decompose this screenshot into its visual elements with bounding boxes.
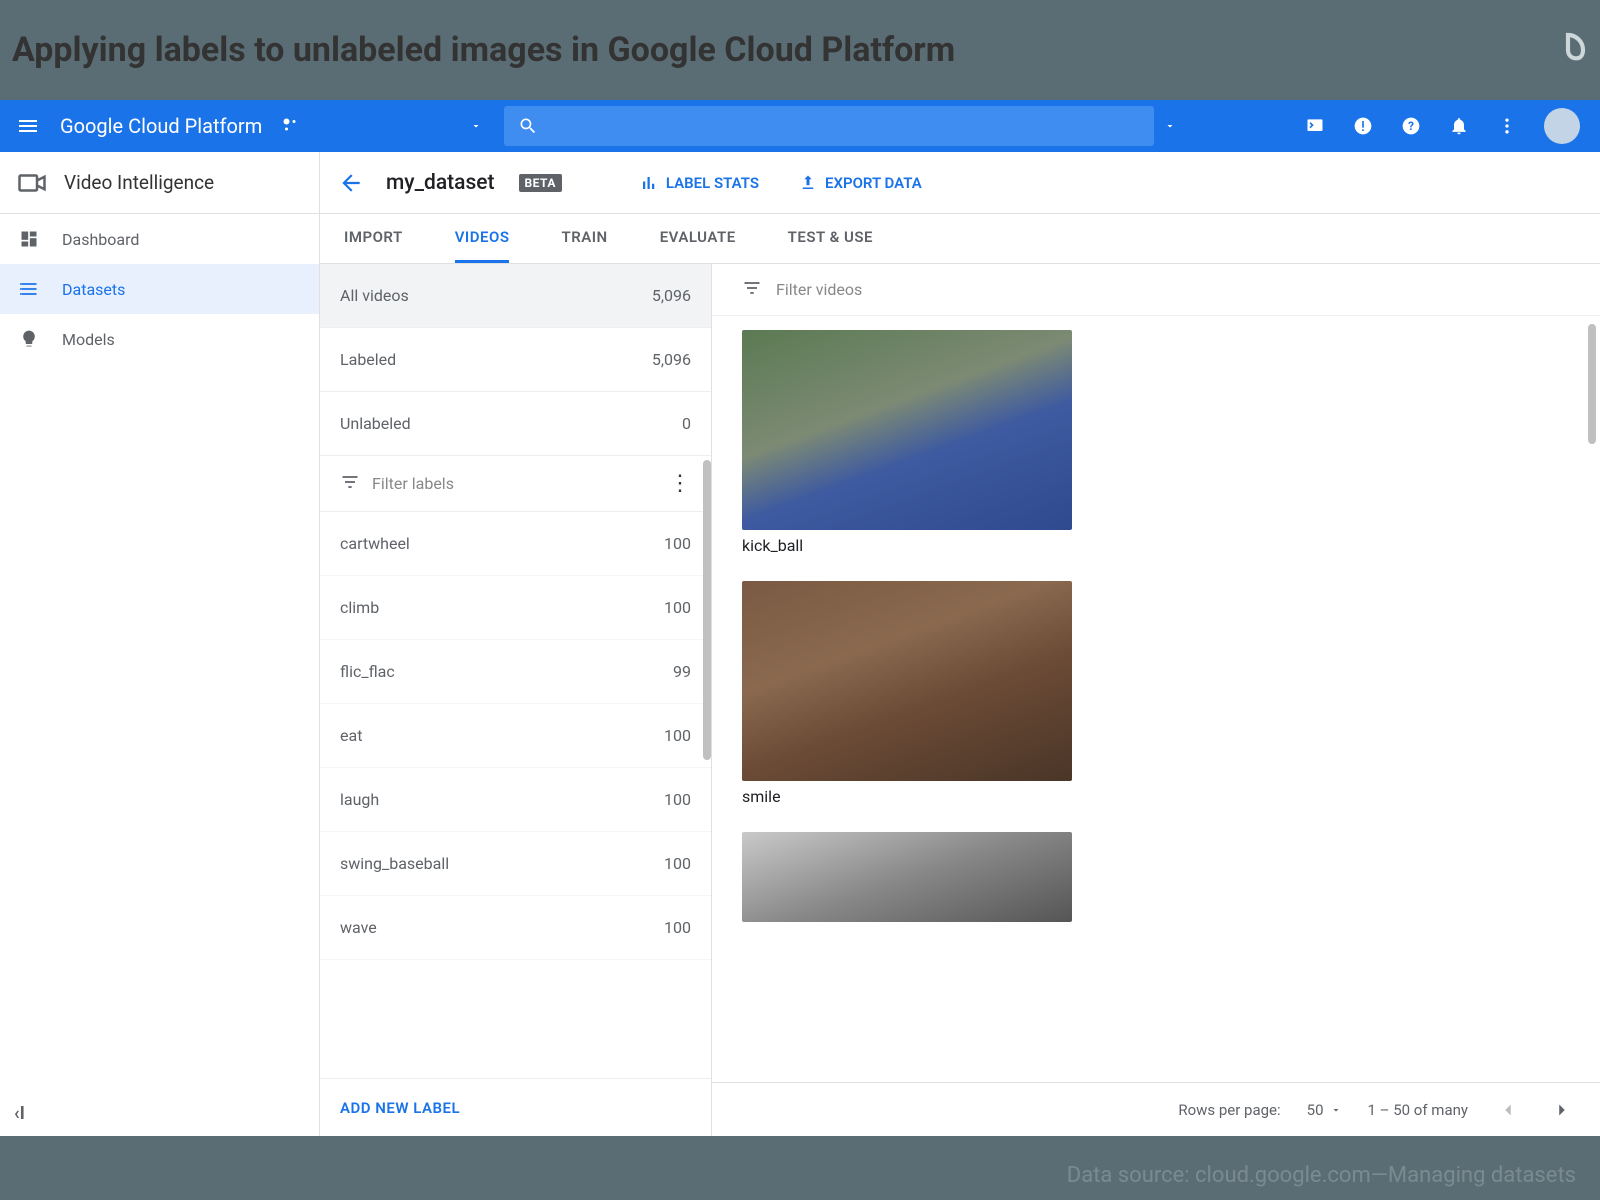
sidebar-item-models[interactable]: Models [0,314,319,364]
label-item[interactable]: eat100 [320,704,711,768]
stat-all-videos[interactable]: All videos 5,096 [320,264,711,328]
add-new-label-button[interactable]: ADD NEW LABEL [340,1099,460,1117]
dashboard-icon [18,228,40,250]
project-picker[interactable] [282,117,482,135]
filter-labels-input[interactable]: Filter labels [372,474,657,493]
more-vert-icon[interactable] [1496,115,1518,137]
label-list: cartwheel100 climb100 flic_flac99 eat100… [320,512,711,1078]
header-actions: ? [1304,108,1600,144]
header-search-input[interactable] [504,106,1154,146]
filter-videos-input[interactable]: Filter videos [776,280,862,299]
filter-videos-row: Filter videos [712,264,1600,316]
dataset-header: my_dataset BETA LABEL STATS EXPORT DATA [320,152,1600,214]
sidebar-item-label: Dashboard [62,230,139,249]
label-item[interactable]: swing_baseball100 [320,832,711,896]
video-thumbnail[interactable] [742,581,1072,781]
notifications-icon[interactable] [1448,115,1470,137]
label-panel: All videos 5,096 Labeled 5,096 Unlabeled… [320,264,712,1136]
label-item[interactable]: climb100 [320,576,711,640]
label-stats-button[interactable]: LABEL STATS [640,174,759,192]
export-data-button[interactable]: EXPORT DATA [799,174,922,192]
next-page-button[interactable] [1548,1096,1576,1124]
prev-page-button[interactable] [1494,1096,1522,1124]
tab-import[interactable]: IMPORT [344,214,403,263]
presentation-heading: Applying labels to unlabeled images in G… [12,30,955,70]
menu-button[interactable] [8,114,48,138]
datasets-icon [18,278,40,300]
sidebar-item-label: Models [62,330,115,349]
models-icon [18,328,40,350]
back-button[interactable] [334,166,368,200]
sidebar-item-dashboard[interactable]: Dashboard [0,214,319,264]
filter-icon [742,278,762,302]
videos-panel-scrollbar[interactable] [1588,324,1596,444]
account-avatar[interactable] [1544,108,1580,144]
dataset-name: my_dataset [386,171,495,195]
sidebar: Video Intelligence Dashboard Datasets [0,152,320,1136]
video-caption: smile [742,787,1570,806]
help-icon[interactable]: ? [1400,115,1422,137]
tab-videos[interactable]: VIDEOS [455,214,510,263]
beta-badge: BETA [519,174,562,192]
tab-evaluate[interactable]: EVALUATE [660,214,736,263]
page-range: 1 – 50 of many [1368,1101,1468,1119]
video-thumbnail-list: kick_ball smile [712,316,1600,1082]
presentation-title-bar: Applying labels to unlabeled images in G… [0,0,1600,100]
product-title: Video Intelligence [64,171,214,194]
gcp-header: Google Cloud Platform ? [0,100,1600,152]
app-window: Google Cloud Platform ? [0,100,1600,1136]
search-scope-dropdown[interactable] [1164,117,1176,136]
sidebar-item-label: Datasets [62,280,125,299]
label-item[interactable]: cartwheel100 [320,512,711,576]
label-item[interactable]: laugh100 [320,768,711,832]
brand-title: Google Cloud Platform [60,114,262,138]
alert-icon[interactable] [1352,115,1374,137]
label-item[interactable]: flic_flac99 [320,640,711,704]
video-caption: kick_ball [742,536,1570,555]
label-panel-scrollbar[interactable] [703,460,711,760]
cloud-shell-icon[interactable] [1304,115,1326,137]
filter-icon [340,472,360,496]
label-item[interactable]: wave100 [320,896,711,960]
sidebar-item-datasets[interactable]: Datasets [0,264,319,314]
video-thumbnail[interactable] [742,330,1072,530]
product-header: Video Intelligence [0,152,319,214]
brand-leaf-icon [1548,30,1588,70]
videos-panel: Filter videos kick_ball smile Rows per p… [712,264,1600,1136]
main-content: my_dataset BETA LABEL STATS EXPORT DATA [320,152,1600,1136]
rows-per-page-select[interactable]: 50 [1307,1101,1342,1119]
dataset-tabs: IMPORT VIDEOS TRAIN EVALUATE TEST & USE [320,214,1600,264]
collapse-sidebar-button[interactable]: ‹I [14,1103,25,1124]
stat-unlabeled[interactable]: Unlabeled 0 [320,392,711,456]
data-source-caption: Data source: cloud.google.com—Managing d… [1067,1163,1576,1188]
tab-test-use[interactable]: TEST & USE [788,214,873,263]
video-thumbnail[interactable] [742,832,1072,922]
stat-labeled[interactable]: Labeled 5,096 [320,328,711,392]
filter-labels-row: Filter labels ⋮ [320,456,711,512]
label-panel-more-icon[interactable]: ⋮ [669,471,691,496]
rows-per-page-label: Rows per page: [1178,1101,1280,1119]
pager: Rows per page: 50 1 – 50 of many [712,1082,1600,1136]
tab-train[interactable]: TRAIN [561,214,607,263]
video-intelligence-icon [16,167,48,199]
svg-text:?: ? [1408,119,1414,133]
